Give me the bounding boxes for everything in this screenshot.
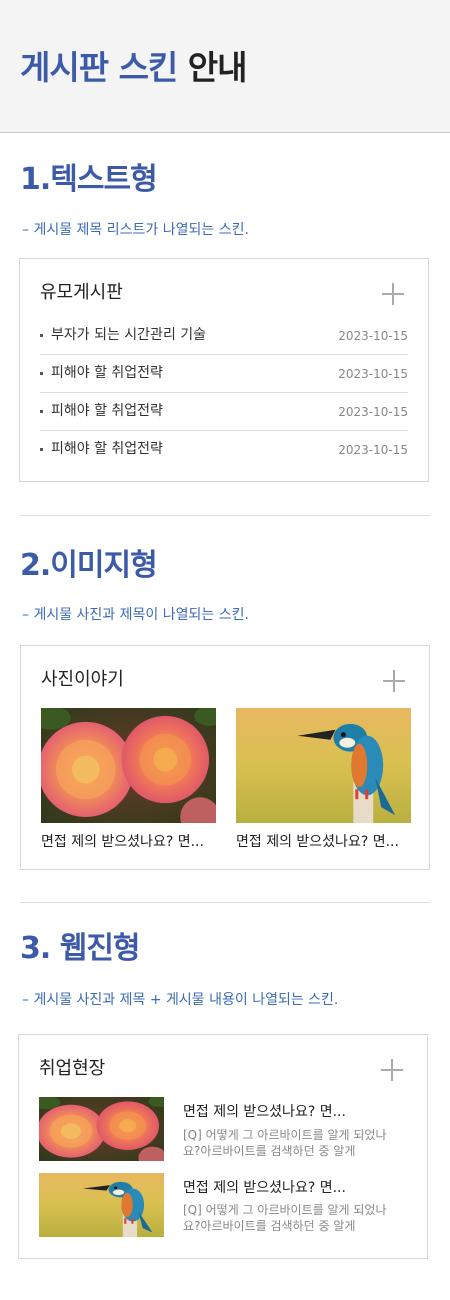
section-title-text: 1.텍스트형 [20, 162, 158, 197]
bullet-icon [40, 410, 43, 413]
bullet-icon [40, 372, 43, 375]
section-title-webzine: 3. 웹진형 [20, 931, 141, 966]
plus-icon[interactable] [382, 283, 404, 305]
thumbnail-roses[interactable] [41, 708, 216, 823]
list-item-title[interactable]: 피해야 할 취업전략 [51, 402, 163, 420]
list-item-date: 2023-10-15 [338, 405, 408, 419]
webzine-item-title[interactable]: 면접 제의 받으셨나요? 면... [183, 1179, 346, 1197]
board-box-text: 유모게시판 부자가 되는 시간관리 기술 2023-10-15 피해야 할 취업… [19, 258, 429, 482]
list-item-date: 2023-10-15 [338, 443, 408, 457]
list-item[interactable]: 피해야 할 취업전략 2023-10-15 [40, 393, 408, 431]
section-desc-image: – 게시물 사진과 제목이 나열되는 스킨. [22, 607, 249, 623]
gallery-caption[interactable]: 면접 제의 받으셨나요? 면... [236, 833, 414, 851]
webzine-item-body: [Q] 어떻게 그 아르바이트를 알게 되었나요?아르바이트를 검색하던 중 알… [183, 1128, 387, 1158]
bullet-icon [40, 334, 43, 337]
list-item[interactable]: 부자가 되는 시간관리 기술 2023-10-15 [40, 317, 408, 355]
board-box-image: 사진이야기 면접 제의 받으셨나요? 면... 면접 제의 받으셨나요? 면..… [20, 645, 430, 870]
list-item-date: 2023-10-15 [338, 329, 408, 343]
section-desc-webzine: – 게시물 사진과 제목 + 게시물 내용이 나열되는 스킨. [22, 992, 339, 1008]
page-title: 게시판 스킨 안내 [20, 48, 248, 88]
plus-icon[interactable] [383, 670, 405, 692]
section-divider [20, 515, 430, 516]
gallery-caption[interactable]: 면접 제의 받으셨나요? 면... [41, 833, 219, 851]
board-title[interactable]: 취업현장 [39, 1057, 105, 1081]
list-item-title[interactable]: 피해야 할 취업전략 [51, 364, 163, 382]
thumbnail-kingfisher[interactable] [236, 708, 411, 823]
board-title[interactable]: 유모게시판 [40, 281, 123, 305]
webzine-item-body: [Q] 어떻게 그 아르바이트를 알게 되었나요?아르바이트를 검색하던 중 알… [183, 1203, 387, 1233]
list-item[interactable]: 피해야 할 취업전략 2023-10-15 [40, 431, 408, 469]
thumbnail-roses[interactable] [39, 1097, 164, 1161]
section-title-image: 2.이미지형 [20, 548, 158, 583]
list-item-title[interactable]: 피해야 할 취업전략 [51, 440, 163, 458]
section-desc-text: – 게시물 제목 리스트가 나열되는 스킨. [22, 222, 249, 238]
page-header: 게시판 스킨 안내 [0, 0, 450, 133]
list-item-title[interactable]: 부자가 되는 시간관리 기술 [51, 326, 206, 344]
list-item[interactable]: 피해야 할 취업전략 2023-10-15 [40, 355, 408, 393]
section-divider [20, 902, 430, 903]
board-box-webzine: 취업현장 면접 제의 받으셨나요? 면... [Q] 어떻게 그 아르바이트를 … [18, 1034, 428, 1259]
board-title[interactable]: 사진이야기 [41, 668, 124, 692]
page-title-rest: 안내 [187, 48, 248, 87]
thumbnail-kingfisher[interactable] [39, 1173, 164, 1237]
webzine-item-title[interactable]: 면접 제의 받으셨나요? 면... [183, 1103, 346, 1121]
list-item-date: 2023-10-15 [338, 367, 408, 381]
plus-icon[interactable] [381, 1059, 403, 1081]
bullet-icon [40, 448, 43, 451]
page-title-accent: 게시판 스킨 [20, 48, 178, 87]
